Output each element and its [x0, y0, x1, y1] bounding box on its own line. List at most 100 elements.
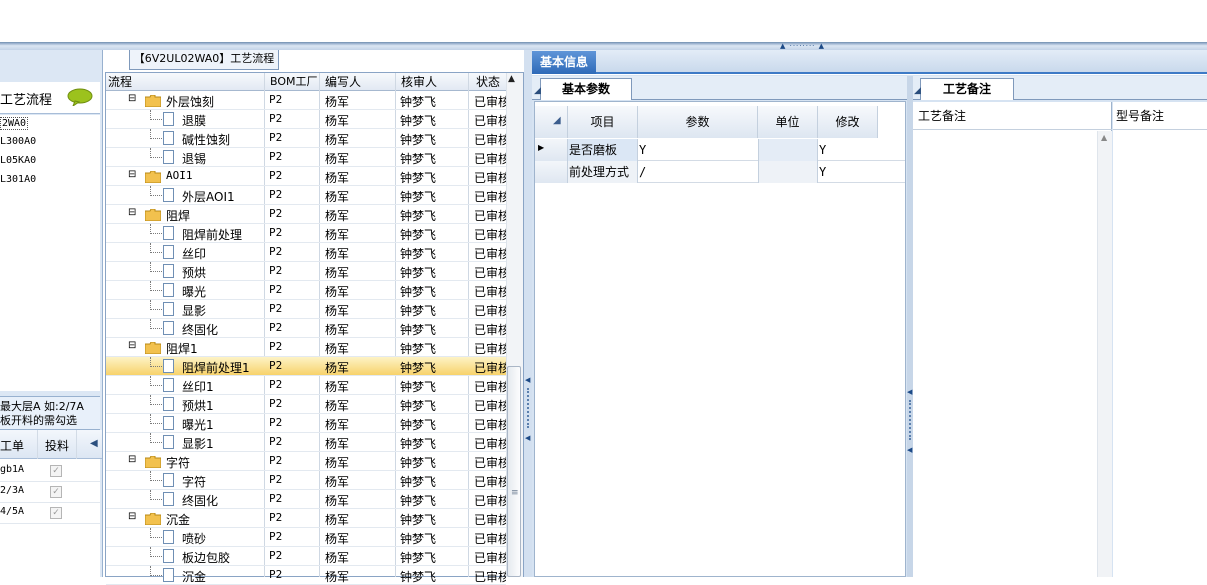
- bom-cell: P2: [269, 321, 283, 334]
- part-number-item[interactable]: L05KA0: [0, 155, 36, 166]
- reviewer-cell: 钟梦飞: [400, 285, 437, 299]
- feed-column-header[interactable]: 投料: [45, 437, 69, 454]
- order-column-header[interactable]: 工单: [0, 437, 24, 454]
- collapse-icon[interactable]: ⊟: [128, 454, 136, 465]
- splitter-left-arrow-icon[interactable]: ◀: [907, 388, 912, 396]
- param-column-header[interactable]: 参数: [638, 106, 758, 138]
- process-group-name: 沉金: [166, 513, 191, 527]
- splitter-left-arrow-icon[interactable]: ◀: [525, 376, 530, 384]
- modify-column-header[interactable]: 修改: [818, 106, 878, 138]
- order-cell[interactable]: 2/3A: [0, 485, 24, 496]
- tab-basic-info[interactable]: 基本信息: [532, 51, 596, 74]
- tab-basic-params[interactable]: ◢ 基本参数: [534, 78, 632, 100]
- process-step-name: 终固化: [182, 323, 219, 337]
- tree-connector: [150, 262, 162, 272]
- reviewer-cell: 钟梦飞: [400, 228, 437, 242]
- top-splitter-bar[interactable]: [0, 42, 1207, 50]
- part-number-item[interactable]: 2WA0: [0, 117, 29, 130]
- writer-cell: 杨军: [325, 399, 350, 413]
- collapse-icon[interactable]: ⊟: [128, 207, 136, 218]
- document-icon: [163, 188, 174, 202]
- vertical-splitter[interactable]: ◀ ◀: [524, 50, 532, 577]
- document-icon: [163, 245, 174, 259]
- scroll-up-arrow-icon[interactable]: ▲: [1101, 133, 1107, 142]
- process-step-name: 终固化: [182, 494, 219, 508]
- tab-process-memo[interactable]: ◢ 工艺备注: [914, 78, 1014, 100]
- process-memo-area[interactable]: [913, 102, 1112, 577]
- scroll-up-arrow-icon[interactable]: ▲: [508, 74, 515, 84]
- order-cell[interactable]: 4/5A: [0, 506, 24, 517]
- process-group-name: 字符: [166, 456, 191, 470]
- folder-icon: [145, 342, 161, 354]
- process-step-name: 外层AOI1: [182, 190, 235, 204]
- collapse-icon[interactable]: ⊟: [128, 340, 136, 351]
- feed-checkbox[interactable]: ✓: [50, 486, 62, 498]
- tab-process-flow[interactable]: 【6V2UL02WA0】工艺流程: [129, 50, 279, 70]
- splitter-left-arrow-icon[interactable]: ◀: [907, 446, 912, 454]
- feed-checkbox[interactable]: ✓: [50, 507, 62, 519]
- status-column-header[interactable]: 状态: [476, 74, 500, 90]
- tab-corner-icon: ◢: [914, 86, 921, 96]
- status-cell: 已审核: [474, 342, 506, 356]
- feed-checkbox[interactable]: ✓: [50, 465, 62, 477]
- left-note: 最大层A 如:2/7A 板开料的需勾选: [0, 396, 100, 430]
- process-step-name: 阻焊前处理: [182, 228, 243, 242]
- memo-scrollbar[interactable]: ▲: [1097, 131, 1112, 577]
- bom-cell: P2: [269, 302, 283, 315]
- part-number-item[interactable]: L301A0: [0, 174, 36, 185]
- grid-corner-cell[interactable]: ◢: [535, 106, 568, 138]
- collapse-icon[interactable]: ⊟: [128, 93, 136, 104]
- comment-bubble-icon[interactable]: [67, 88, 93, 106]
- window-top-area: [0, 0, 1207, 42]
- document-icon: [163, 321, 174, 335]
- writer-cell: 杨军: [325, 133, 350, 147]
- bom-column-header[interactable]: BOM工厂: [270, 74, 318, 90]
- status-cell: 已审核: [474, 304, 506, 318]
- part-number-item[interactable]: L300A0: [0, 136, 36, 147]
- modify-cell[interactable]: Y: [819, 162, 826, 182]
- row-header[interactable]: [535, 161, 568, 183]
- status-cell: 已审核: [474, 190, 506, 204]
- tree-connector: [150, 281, 162, 291]
- bom-cell: P2: [269, 283, 283, 296]
- row-header[interactable]: ▶: [535, 139, 568, 161]
- writer-cell: 杨军: [325, 475, 350, 489]
- reviewer-column-header[interactable]: 核审人: [401, 74, 437, 90]
- bom-cell: P2: [269, 568, 283, 581]
- model-memo-area[interactable]: [1113, 102, 1207, 577]
- modify-cell[interactable]: Y: [819, 140, 826, 160]
- process-step-name: 曝光1: [182, 418, 214, 432]
- tree-connector: [150, 110, 162, 120]
- splitter-left-arrow-icon[interactable]: ◀: [525, 434, 530, 442]
- param-cell[interactable]: /: [639, 162, 646, 182]
- collapse-icon[interactable]: ⊟: [128, 511, 136, 522]
- writer-cell: 杨军: [325, 380, 350, 394]
- status-cell: 已审核: [474, 285, 506, 299]
- reviewer-cell: 钟梦飞: [400, 304, 437, 318]
- scrollbar-thumb[interactable]: ≡: [507, 366, 521, 577]
- tree-connector: [150, 357, 162, 367]
- reviewer-cell: 钟梦飞: [400, 342, 437, 356]
- item-column-header[interactable]: 项目: [568, 106, 638, 138]
- collapse-icon[interactable]: ⊟: [128, 169, 136, 180]
- tree-connector: [150, 414, 162, 424]
- writer-cell: 杨军: [325, 171, 350, 185]
- bom-cell: P2: [269, 549, 283, 562]
- status-cell: 已审核: [474, 114, 506, 128]
- status-cell: 已审核: [474, 228, 506, 242]
- reviewer-cell: 钟梦飞: [400, 494, 437, 508]
- reviewer-cell: 钟梦飞: [400, 437, 437, 451]
- order-cell[interactable]: gb1A: [0, 464, 24, 475]
- writer-cell: 杨军: [325, 228, 350, 242]
- flow-column-header[interactable]: 流程: [108, 74, 132, 90]
- status-cell: 已审核: [474, 209, 506, 223]
- tree-connector: [150, 300, 162, 310]
- splitter-grip-icon[interactable]: ▲ ········ ▲: [780, 43, 846, 50]
- writer-column-header[interactable]: 编写人: [325, 74, 361, 90]
- scroll-left-icon[interactable]: ◀: [90, 438, 98, 449]
- tree-connector: [150, 319, 162, 329]
- status-cell: 已审核: [474, 95, 506, 109]
- select-all-icon[interactable]: ◢: [553, 116, 561, 126]
- param-cell[interactable]: Y: [639, 140, 646, 160]
- unit-column-header[interactable]: 单位: [758, 106, 818, 138]
